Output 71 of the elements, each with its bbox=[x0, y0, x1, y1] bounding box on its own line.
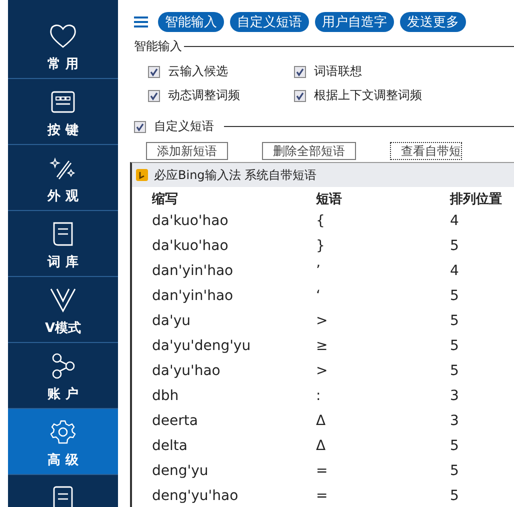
table-cell-text: > bbox=[316, 312, 329, 328]
table-cell: 3 bbox=[450, 412, 459, 428]
table-cell-text: ‘ bbox=[316, 288, 322, 304]
column-header: 排列位置 bbox=[450, 191, 502, 208]
checkbox-label: 动态调整词频 bbox=[168, 87, 240, 104]
menu-icon[interactable] bbox=[134, 16, 148, 28]
action-button[interactable]: 查看自带短 bbox=[390, 142, 462, 160]
table-cell-text: Δ bbox=[316, 438, 327, 454]
table-cell: 5 bbox=[450, 462, 459, 478]
action-button[interactable]: 删除全部短语 bbox=[262, 142, 356, 160]
table-cell: 5 bbox=[450, 338, 459, 354]
checkbox[interactable] bbox=[294, 90, 306, 102]
checkbox[interactable] bbox=[294, 66, 306, 78]
table-cell-text: deerta bbox=[152, 412, 199, 428]
table-cell: 5 bbox=[450, 288, 459, 304]
tab-pill[interactable]: 用户自造字 bbox=[315, 12, 394, 32]
table-cell-text: da'yu'hao bbox=[152, 362, 222, 378]
table-cell-text: dbh bbox=[152, 388, 180, 404]
table-cell-text: da'kuo'hao bbox=[152, 238, 230, 254]
sidebar-item[interactable]: 外 观 bbox=[8, 145, 118, 211]
tab-pill[interactable]: 自定义短语 bbox=[230, 12, 309, 32]
table-cell-text: } bbox=[316, 238, 326, 254]
sidebar-item[interactable]: V模式 bbox=[8, 277, 118, 343]
sidebar-item[interactable]: 按 键 bbox=[8, 79, 118, 145]
table-cell-text: da'kuo'hao bbox=[152, 212, 230, 228]
v-letter-icon bbox=[49, 287, 77, 313]
sidebar-item[interactable]: 词 库 bbox=[8, 211, 118, 277]
checkbox-label: 根据上下文调整词频 bbox=[314, 87, 422, 104]
checkbox[interactable] bbox=[148, 66, 160, 78]
tab-pill[interactable]: 发送更多 bbox=[400, 12, 466, 32]
table-cell-text: dan'yin'hao bbox=[152, 262, 234, 278]
action-button[interactable]: 添加新短语 bbox=[146, 142, 228, 160]
table-cell-text: ’ bbox=[316, 262, 322, 278]
settings-icon bbox=[49, 419, 77, 445]
checkbox[interactable] bbox=[148, 90, 160, 102]
table-cell: 4 bbox=[450, 262, 459, 278]
checkbox[interactable] bbox=[134, 120, 146, 132]
sidebar-item[interactable]: 高 级 bbox=[8, 409, 118, 475]
window-title: 必应Bing输入法 系统自带短语 bbox=[154, 166, 317, 184]
table-cell-text: Δ bbox=[316, 412, 327, 428]
keyboard-icon bbox=[49, 89, 77, 115]
checkbox-label: 词语联想 bbox=[314, 63, 362, 80]
table-cell: 4 bbox=[450, 212, 459, 228]
heart-icon bbox=[49, 23, 77, 49]
table-cell-text: { bbox=[316, 212, 326, 228]
table-cell: 5 bbox=[450, 438, 459, 454]
table-cell: 5 bbox=[450, 488, 459, 504]
table-cell-text: > bbox=[316, 362, 329, 378]
table-cell-text: = bbox=[316, 462, 329, 478]
table-cell-text: dan'yin'hao bbox=[152, 288, 234, 304]
column-header: 缩写 bbox=[152, 190, 179, 208]
checkbox-label: 自定义短语 bbox=[154, 118, 214, 135]
table-cell-text: ≥ bbox=[316, 338, 329, 354]
table-cell-text: delta bbox=[152, 438, 188, 454]
table-cell-text: deng'yu bbox=[152, 462, 210, 478]
table-cell: 5 bbox=[450, 238, 459, 254]
tab-pill[interactable]: 智能输入 bbox=[158, 12, 224, 32]
table-cell-text: deng'yu'hao bbox=[152, 488, 240, 504]
column-header: 短语 bbox=[316, 191, 343, 208]
group-title: 智能输入 bbox=[134, 38, 182, 55]
table-cell-text: da'yu bbox=[152, 312, 192, 328]
table-cell-text: da'yu'deng'yu bbox=[152, 338, 252, 354]
sidebar-item[interactable]: 常 用 bbox=[8, 13, 118, 79]
table-cell: 3 bbox=[450, 388, 459, 404]
wand-icon bbox=[49, 155, 77, 181]
app-icon bbox=[136, 169, 148, 181]
table-cell-text: = bbox=[316, 488, 329, 504]
checkbox-label: 云输入候选 bbox=[168, 63, 228, 80]
table-cell-text: : bbox=[316, 388, 322, 404]
table-cell: 5 bbox=[450, 312, 459, 328]
table-cell: 5 bbox=[450, 362, 459, 378]
